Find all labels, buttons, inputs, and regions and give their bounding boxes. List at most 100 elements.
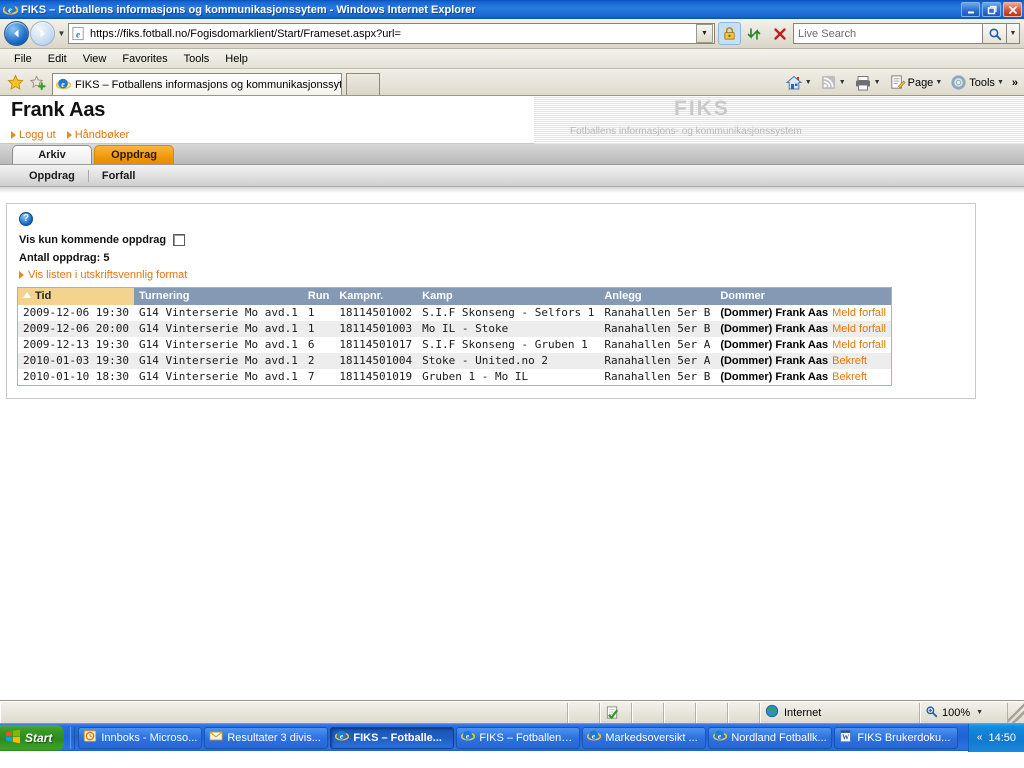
tools-menu-button[interactable]: Tools ▼ bbox=[948, 72, 1010, 94]
security-lock-icon[interactable] bbox=[718, 22, 741, 45]
print-friendly-link[interactable]: Vis listen i utskriftsvennlig format bbox=[19, 269, 965, 281]
taskbar-item-1[interactable]: Resultater 3 divis... bbox=[204, 726, 329, 749]
taskbar-item-3[interactable]: e FIKS – Fotballens... bbox=[456, 726, 581, 749]
menu-favorites[interactable]: Favorites bbox=[114, 50, 175, 68]
print-dropdown-caret[interactable]: ▼ bbox=[874, 79, 881, 86]
status-message bbox=[0, 702, 568, 723]
ie-icon: e bbox=[335, 729, 350, 746]
resize-grip[interactable] bbox=[1008, 702, 1024, 723]
menu-edit[interactable]: Edit bbox=[40, 50, 75, 68]
taskbar-item-label: Nordland Fotballk... bbox=[731, 731, 827, 744]
row-action-link[interactable]: Bekreft bbox=[832, 371, 867, 383]
history-dropdown-button[interactable]: ▼ bbox=[55, 29, 68, 38]
url-bar[interactable]: e https://fiks.fotball.no/Fogisdomarklie… bbox=[68, 23, 715, 44]
command-overflow-button[interactable]: » bbox=[1010, 72, 1020, 94]
cell-kamp: S.I.F Skonseng - Selfors 1 bbox=[417, 305, 600, 321]
cell-turnering: G14 Vinterserie Mo avd.1 bbox=[133, 321, 303, 337]
row-action-link[interactable]: Meld forfall bbox=[832, 307, 886, 319]
column-header-dommer[interactable]: Dommer bbox=[715, 287, 892, 305]
new-tab-button[interactable] bbox=[346, 73, 380, 95]
home-dropdown-caret[interactable]: ▼ bbox=[805, 79, 812, 86]
page-menu-button[interactable]: Page ▼ bbox=[887, 72, 949, 94]
refresh-button[interactable] bbox=[743, 22, 766, 45]
row-action-link[interactable]: Meld forfall bbox=[832, 323, 886, 335]
security-zone[interactable]: Internet bbox=[760, 702, 920, 723]
taskbar-item-5[interactable]: e Nordland Fotballk... bbox=[708, 726, 833, 749]
zoom-icon bbox=[925, 705, 938, 721]
ie-icon: e bbox=[461, 729, 476, 746]
cell-dommer: (Dommer) Frank Aas Meld forfall bbox=[715, 321, 892, 337]
status-cell bbox=[632, 702, 664, 723]
upcoming-only-checkbox[interactable] bbox=[173, 234, 186, 246]
close-button[interactable] bbox=[1003, 2, 1022, 17]
mail-icon bbox=[209, 729, 223, 746]
clock[interactable]: 14:50 bbox=[988, 732, 1016, 744]
menu-view[interactable]: View bbox=[75, 50, 115, 68]
browser-tab-0[interactable]: e FIKS – Fotballens informasjons og komm… bbox=[52, 73, 342, 95]
tools-dropdown-caret[interactable]: ▼ bbox=[997, 79, 1004, 86]
cell-turnering: G14 Vinterserie Mo avd.1 bbox=[133, 305, 303, 321]
feeds-dropdown-caret[interactable]: ▼ bbox=[839, 79, 846, 86]
forward-button[interactable] bbox=[30, 21, 55, 46]
cell-run: 6 bbox=[302, 337, 335, 353]
column-header-kampnr[interactable]: Kampnr. bbox=[334, 287, 418, 305]
search-input[interactable]: Live Search bbox=[793, 23, 983, 44]
subnav-item-forfall[interactable]: Forfall bbox=[89, 170, 149, 182]
column-header-tid[interactable]: Tid bbox=[17, 287, 134, 305]
table-row[interactable]: 2010-01-10 18:30 G14 Vinterserie Mo avd.… bbox=[17, 369, 892, 386]
globe-icon bbox=[765, 704, 779, 721]
column-header-turnering[interactable]: Turnering bbox=[133, 287, 303, 305]
taskbar-item-4[interactable]: e Markedsoversikt ... bbox=[582, 726, 707, 749]
minimize-button[interactable] bbox=[961, 2, 980, 17]
stop-button[interactable] bbox=[768, 22, 791, 45]
menu-file[interactable]: File bbox=[6, 50, 40, 68]
search-icon[interactable] bbox=[983, 23, 1007, 44]
cell-anlegg: Ranahallen 5er B bbox=[599, 369, 716, 386]
column-header-anlegg[interactable]: Anlegg bbox=[599, 287, 716, 305]
tab-arkiv[interactable]: Arkiv bbox=[12, 145, 92, 164]
table-row[interactable]: 2009-12-06 19:30 G14 Vinterserie Mo avd.… bbox=[17, 305, 892, 321]
taskbar-item-6[interactable]: W FIKS Brukerdoku... bbox=[834, 726, 959, 749]
favorites-center-icon[interactable] bbox=[4, 71, 26, 93]
feeds-button[interactable]: ▼ bbox=[818, 72, 852, 94]
menu-tools[interactable]: Tools bbox=[176, 50, 218, 68]
zoom-dropdown-caret[interactable]: ▼ bbox=[976, 709, 983, 716]
help-icon[interactable]: ? bbox=[19, 212, 33, 226]
column-header-kamp[interactable]: Kamp bbox=[417, 287, 600, 305]
column-header-run[interactable]: Run bbox=[302, 287, 335, 305]
cell-turnering: G14 Vinterserie Mo avd.1 bbox=[133, 353, 303, 369]
tray-expand-icon[interactable]: « bbox=[977, 732, 983, 743]
cell-kampnr-link[interactable]: 18114501004 bbox=[334, 353, 418, 369]
search-provider-dropdown[interactable]: ▼ bbox=[1007, 23, 1020, 44]
table-row[interactable]: 2009-12-13 19:30 G14 Vinterserie Mo avd.… bbox=[17, 337, 892, 353]
taskbar-item-2[interactable]: e FIKS – Fotballe... bbox=[330, 726, 455, 749]
add-to-favorites-icon[interactable] bbox=[26, 71, 48, 93]
cell-kampnr-link[interactable]: 18114501003 bbox=[334, 321, 418, 337]
menu-help[interactable]: Help bbox=[217, 50, 256, 68]
taskbar-item-0[interactable]: Innboks - Microso... bbox=[78, 726, 203, 749]
table-row[interactable]: 2010-01-03 19:30 G14 Vinterserie Mo avd.… bbox=[17, 353, 892, 369]
restore-button[interactable] bbox=[982, 2, 1001, 17]
logout-link[interactable]: Logg ut bbox=[11, 129, 56, 141]
home-button[interactable]: ▼ bbox=[783, 72, 818, 94]
start-button[interactable]: Start bbox=[0, 724, 65, 751]
back-button[interactable] bbox=[4, 21, 29, 46]
print-button[interactable]: ▼ bbox=[852, 72, 887, 94]
referee-name: (Dommer) Frank Aas bbox=[720, 355, 829, 367]
table-row[interactable]: 2009-12-06 20:00 G14 Vinterserie Mo avd.… bbox=[17, 321, 892, 337]
row-action-link[interactable]: Meld forfall bbox=[832, 339, 886, 351]
tab-oppdrag[interactable]: Oppdrag bbox=[94, 145, 174, 164]
url-dropdown-button[interactable]: ▼ bbox=[696, 24, 713, 43]
handbooks-link[interactable]: Håndbøker bbox=[66, 129, 129, 141]
cell-kampnr-link[interactable]: 18114501019 bbox=[334, 369, 418, 386]
zoom-control[interactable]: 100% ▼ bbox=[920, 702, 1008, 723]
page-dropdown-caret[interactable]: ▼ bbox=[935, 79, 942, 86]
cell-kampnr-link[interactable]: 18114501017 bbox=[334, 337, 418, 353]
security-zone-label: Internet bbox=[784, 706, 822, 719]
cell-kampnr-link[interactable]: 18114501002 bbox=[334, 305, 418, 321]
taskbar: Start Innboks - Microso... Resultater 3 … bbox=[0, 723, 1024, 752]
taskbar-item-label: FIKS – Fotballe... bbox=[353, 731, 442, 744]
word-icon: W bbox=[839, 729, 853, 746]
subnav-item-oppdrag[interactable]: Oppdrag bbox=[16, 170, 88, 182]
row-action-link[interactable]: Bekreft bbox=[832, 355, 867, 367]
